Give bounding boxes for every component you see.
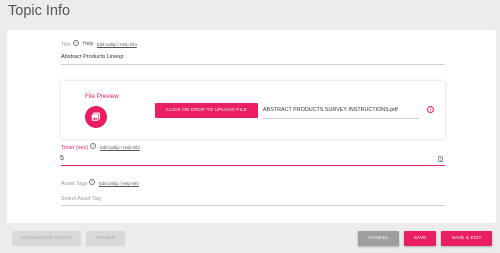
edit-tooltip-link[interactable]: Edit tooltip / Help Info <box>97 42 137 47</box>
cancel-button[interactable]: CANCEL <box>358 231 399 246</box>
knowledge-check-button[interactable]: KNOWLEDGE CHECK <box>12 231 81 246</box>
stepper-icon[interactable]: ▴ ▾ <box>438 156 443 162</box>
edit-tooltip-link[interactable]: Edit tooltip / Help Info <box>100 145 140 150</box>
asset-tag-select[interactable]: Select Asset Tag <box>61 196 101 202</box>
save-and-exit-button[interactable]: SAVE & EXIT <box>441 231 492 246</box>
info-icon[interactable]: i <box>90 143 96 149</box>
image-file-icon <box>85 106 107 128</box>
uploaded-filename: ABSTRACT PRODUCTS SURVEY INSTRUCTIONS.pd… <box>263 107 398 113</box>
info-icon[interactable]: i <box>89 179 95 185</box>
upload-file-button[interactable]: CLICK OR DROP TO UPLOAD FILE <box>155 103 258 118</box>
page-title: Topic Info <box>8 3 71 19</box>
error-info-icon[interactable]: i <box>427 106 434 113</box>
timer-input[interactable]: 5 <box>60 155 64 162</box>
asset-tags-underline <box>61 205 445 206</box>
title-underline <box>61 64 445 65</box>
help-text: Help <box>83 41 94 47</box>
info-icon[interactable]: i <box>73 40 79 46</box>
teaser-button[interactable]: TEASER <box>86 231 125 246</box>
save-button[interactable]: SAVE <box>404 231 436 246</box>
title-label: Title <box>61 42 71 48</box>
file-preview-label: File Preview <box>85 93 119 100</box>
timer-label: Timer (sec) <box>61 145 89 151</box>
asset-tags-label: Asset Tags <box>61 181 88 187</box>
timer-underline <box>61 165 445 167</box>
title-input[interactable]: Abstract Products Lineup <box>61 54 124 60</box>
edit-tooltip-link[interactable]: Edit tooltip / Help Info <box>99 181 139 186</box>
filename-underline <box>263 118 419 119</box>
